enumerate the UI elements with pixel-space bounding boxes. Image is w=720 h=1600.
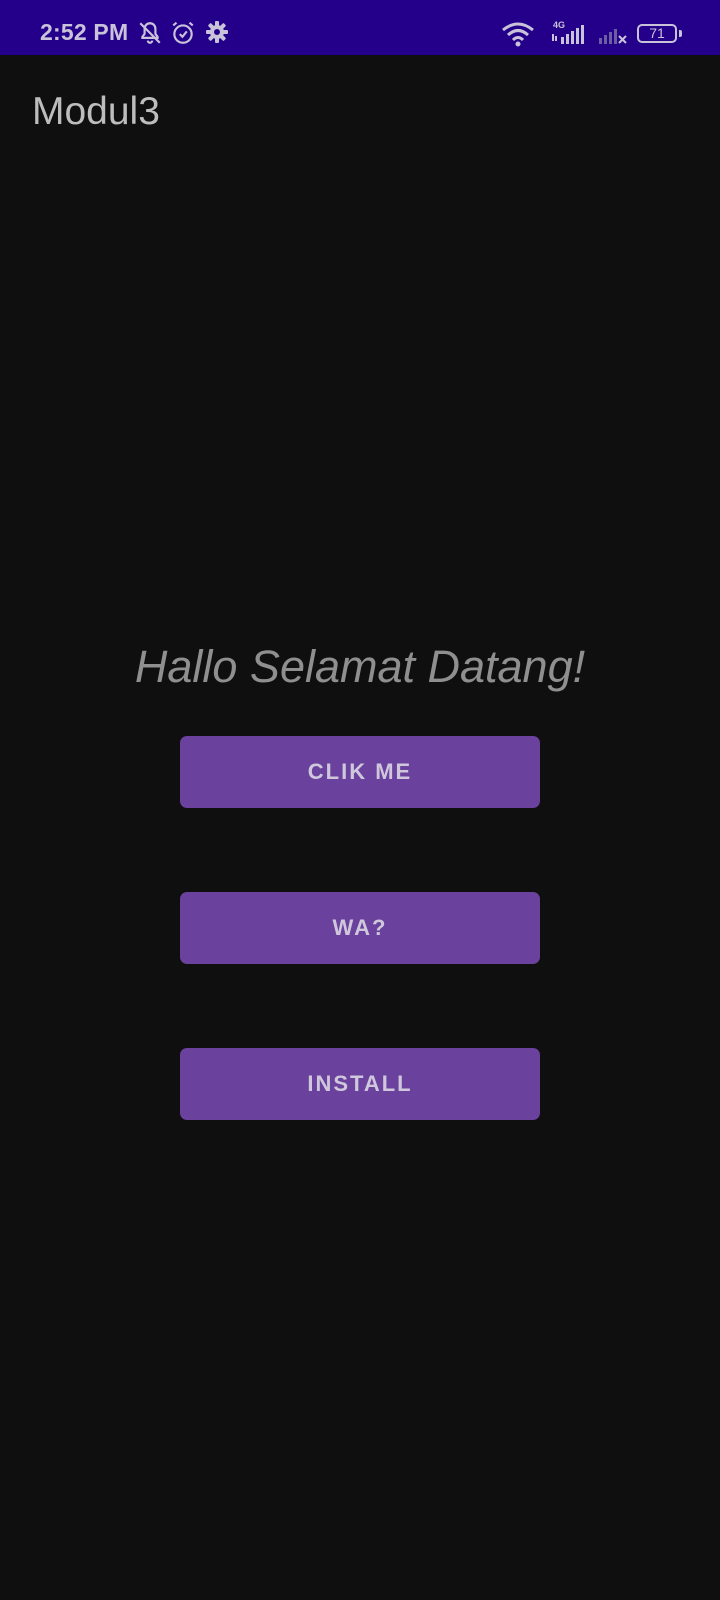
wa-button[interactable]: WA? [180,892,540,964]
app-screen: 2:52 PM 4G 71 Modul3 Hallo Selamat Datan… [0,0,720,1600]
battery-level: 71 [649,25,665,41]
install-button[interactable]: INSTALL [180,1048,540,1120]
app-title: Modul3 [32,90,160,133]
cellular-signal-no-service-icon [598,22,628,51]
battery-tip [679,30,682,37]
wifi-icon [500,20,536,53]
greeting-text: Hallo Selamat Datang! [134,641,586,692]
notifications-off-icon [137,20,163,51]
clik-me-button[interactable]: CLIK ME [180,736,540,808]
cellular-signal-icon: 4G [551,20,589,51]
status-bar: 2:52 PM 4G 71 [0,0,720,55]
network-type-label: 4G [553,20,565,30]
status-time: 2:52 PM [40,19,129,45]
battery-icon: 71 [637,24,677,43]
alarm-icon [170,20,196,51]
settings-icon [205,20,229,49]
